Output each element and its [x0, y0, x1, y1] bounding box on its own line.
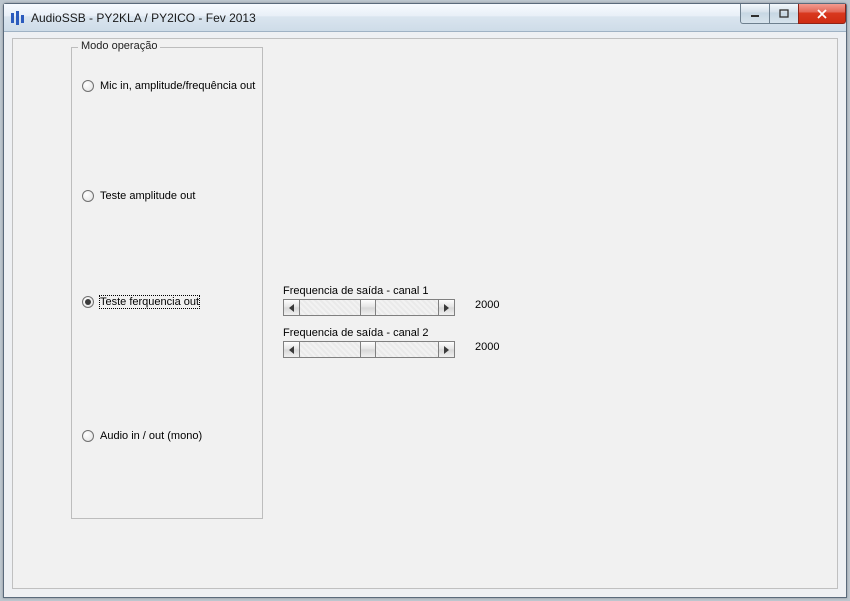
radio-label: Audio in / out (mono) — [100, 430, 202, 442]
arrow-left-icon — [289, 346, 294, 354]
freq-out-ch2-scrollbar[interactable] — [283, 341, 455, 358]
radio-test-frequency[interactable]: Teste ferquencia out — [82, 296, 199, 308]
scroll-right-button[interactable] — [438, 300, 454, 315]
freq-out-ch1-value: 2000 — [475, 299, 499, 311]
client-area: Modo operação Mic in, amplitude/frequênc… — [12, 38, 838, 589]
minimize-button[interactable] — [740, 4, 770, 24]
scroll-left-button[interactable] — [284, 300, 300, 315]
scroll-thumb[interactable] — [360, 342, 376, 357]
arrow-right-icon — [444, 346, 449, 354]
scroll-right-button[interactable] — [438, 342, 454, 357]
window-controls — [741, 4, 846, 24]
close-button[interactable] — [798, 4, 846, 24]
titlebar: AudioSSB - PY2KLA / PY2ICO - Fev 2013 — [4, 4, 846, 32]
radio-indicator — [82, 430, 94, 442]
freq-out-ch1-block: Frequencia de saída - canal 1 2000 — [283, 285, 455, 316]
freq-out-ch2-label: Frequencia de saída - canal 2 — [283, 327, 455, 339]
mode-groupbox: Modo operação Mic in, amplitude/frequênc… — [71, 47, 263, 519]
app-icon — [10, 10, 26, 26]
groupbox-legend: Modo operação — [78, 40, 160, 52]
radio-mic-in[interactable]: Mic in, amplitude/frequência out — [82, 80, 255, 92]
scroll-left-button[interactable] — [284, 342, 300, 357]
arrow-right-icon — [444, 304, 449, 312]
radio-label: Mic in, amplitude/frequência out — [100, 80, 255, 92]
scroll-track[interactable] — [300, 342, 438, 357]
radio-audio-io[interactable]: Audio in / out (mono) — [82, 430, 202, 442]
scroll-track[interactable] — [300, 300, 438, 315]
radio-label: Teste ferquencia out — [100, 296, 199, 308]
freq-out-ch1-label: Frequencia de saída - canal 1 — [283, 285, 455, 297]
scroll-thumb[interactable] — [360, 300, 376, 315]
radio-test-amplitude[interactable]: Teste amplitude out — [82, 190, 195, 202]
app-window: AudioSSB - PY2KLA / PY2ICO - Fev 2013 Mo… — [3, 3, 847, 598]
maximize-button[interactable] — [769, 4, 799, 24]
freq-out-ch2-value: 2000 — [475, 341, 499, 353]
window-title: AudioSSB - PY2KLA / PY2ICO - Fev 2013 — [31, 11, 846, 25]
radio-indicator — [82, 190, 94, 202]
freq-out-ch1-scrollbar[interactable] — [283, 299, 455, 316]
arrow-left-icon — [289, 304, 294, 312]
freq-out-ch2-block: Frequencia de saída - canal 2 2000 — [283, 327, 455, 358]
radio-indicator — [82, 80, 94, 92]
radio-indicator — [82, 296, 94, 308]
radio-label: Teste amplitude out — [100, 190, 195, 202]
